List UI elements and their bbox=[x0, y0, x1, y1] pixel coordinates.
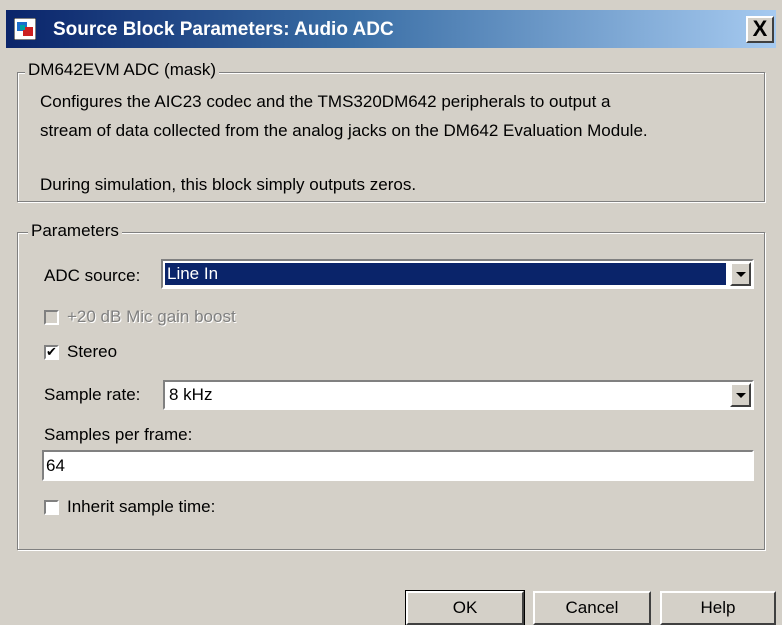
sample-rate-select[interactable]: 8 kHz bbox=[163, 380, 754, 410]
samples-per-frame-input[interactable]: 64 bbox=[42, 450, 754, 481]
mic-boost-label: +20 dB Mic gain boost bbox=[67, 307, 236, 326]
window-title: Source Block Parameters: Audio ADC bbox=[53, 19, 394, 40]
inherit-sample-time-checkbox[interactable] bbox=[44, 500, 59, 515]
stereo-checkbox[interactable]: ✔ bbox=[44, 345, 59, 360]
mic-boost-checkbox bbox=[44, 310, 59, 325]
inherit-sample-time-label[interactable]: Inherit sample time: bbox=[67, 497, 215, 517]
ok-button[interactable]: OK bbox=[405, 590, 525, 625]
dialog-window: Source Block Parameters: Audio ADC X DM6… bbox=[0, 0, 782, 625]
mask-group-label: DM642EVM ADC (mask) bbox=[25, 60, 219, 80]
close-icon: X bbox=[752, 16, 768, 41]
help-button[interactable]: Help bbox=[660, 591, 776, 625]
sample-rate-label: Sample rate: bbox=[44, 385, 141, 404]
simulink-block-icon bbox=[14, 18, 36, 40]
parameters-group-label: Parameters bbox=[28, 221, 122, 241]
mask-description-line-3: During simulation, this block simply out… bbox=[40, 175, 417, 194]
samples-per-frame-label: Samples per frame: bbox=[44, 425, 193, 444]
adc-source-label: ADC source: bbox=[44, 266, 141, 285]
mask-description-line-2: stream of data collected from the analog… bbox=[40, 121, 648, 140]
chevron-down-icon[interactable] bbox=[730, 262, 751, 286]
close-button[interactable]: X bbox=[746, 16, 774, 43]
sample-rate-value: 8 kHz bbox=[169, 385, 213, 404]
adc-source-select[interactable]: Line In bbox=[161, 259, 754, 289]
cancel-button[interactable]: Cancel bbox=[533, 591, 651, 625]
check-icon: ✔ bbox=[46, 344, 57, 359]
mask-description-line-1: Configures the AIC23 codec and the TMS32… bbox=[40, 92, 611, 111]
adc-source-value: Line In bbox=[165, 263, 726, 285]
stereo-label[interactable]: Stereo bbox=[67, 342, 117, 362]
chevron-down-icon[interactable] bbox=[730, 383, 751, 407]
